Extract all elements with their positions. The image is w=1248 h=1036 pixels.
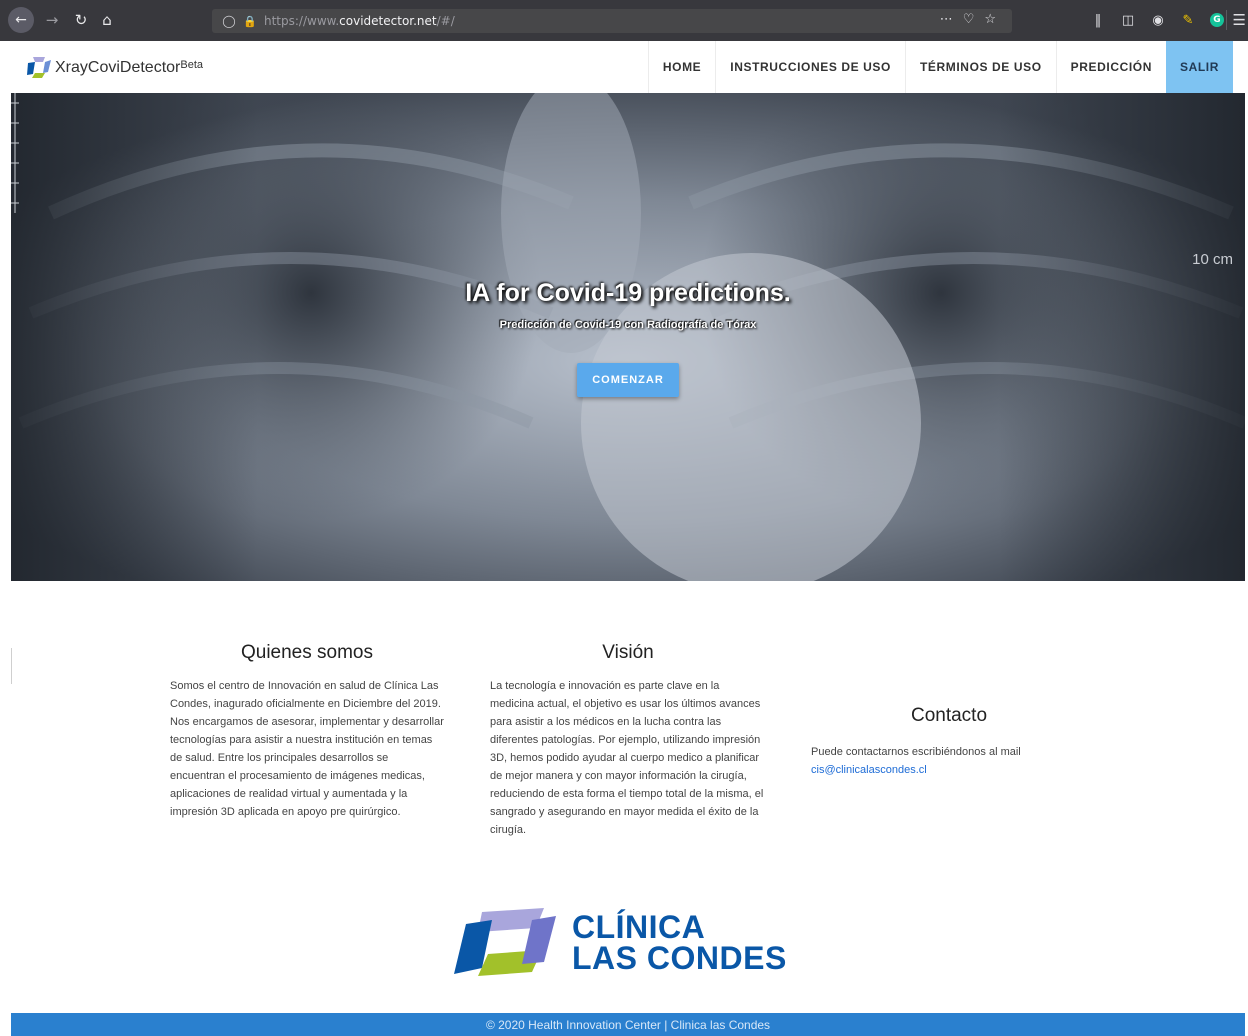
contact-title: Contacto (910, 705, 988, 726)
footer: © 2020 Health Innovation Center | Clinic… (11, 1013, 1245, 1036)
footer-text: © 2020 Health Innovation Center | Clinic… (485, 1017, 771, 1032)
forward-arrow-icon[interactable]: → (42, 10, 62, 30)
nav-instrucciones[interactable]: INSTRUCCIONES DE USO (715, 41, 905, 93)
contact-section: Contacto Puede contactarnos escribiéndon… (811, 705, 1091, 779)
nav-home[interactable]: HOME (647, 41, 716, 93)
contact-email-link[interactable]: cis@clinicalascondes.cl (811, 764, 927, 776)
back-arrow-icon[interactable]: ← (8, 7, 34, 33)
account-icon[interactable]: ◉ (1150, 12, 1166, 28)
divider (11, 648, 12, 684)
url-actions: ⋯ ♡ ☆ (940, 12, 996, 27)
grammarly-icon[interactable]: G (1210, 13, 1224, 27)
vision-body: La tecnología e innovación es parte clav… (490, 680, 764, 836)
hero-subtitle: Predicción de Covid-19 con Radiografía d… (499, 319, 757, 331)
more-icon[interactable]: ⋯ (940, 12, 953, 27)
nav-links: HOME INSTRUCCIONES DE USO TÉRMINOS DE US… (647, 41, 1233, 93)
brand[interactable]: XrayCoviDetectorBeta (25, 53, 203, 80)
brand-logo-icon (27, 57, 51, 78)
library-icon[interactable]: ‖ (1090, 12, 1106, 28)
toolbar-divider (1226, 10, 1227, 30)
vision-section: Visión La tecnología e innovación es par… (490, 642, 766, 839)
contact-body: Puede contactarnos escribiéndonos al mai… (811, 743, 1091, 779)
hero-title: IA for Covid-19 predictions. (465, 279, 791, 307)
toolbar-actions: ‖ ◫ ◉ ✎ G (1090, 12, 1224, 28)
pencil-extension-icon[interactable]: ✎ (1180, 12, 1196, 28)
clinic-name: CLÍNICA LAS CONDES (572, 909, 787, 976)
menu-icon[interactable]: ☰ (1233, 11, 1246, 29)
xray-background-image (11, 93, 1245, 581)
nav-salir[interactable]: SALIR (1166, 41, 1233, 93)
ruler-label: 10 cm (1192, 251, 1233, 268)
brand-name: XrayCoviDetectorBeta (55, 59, 203, 77)
contact-text: Puede contactarnos escribiéndonos al mai… (811, 746, 1021, 758)
clinic-logo-mark-icon (454, 908, 556, 976)
pocket-icon[interactable]: ♡ (963, 12, 975, 27)
nav-prediccion[interactable]: PREDICCIÓN (1055, 41, 1166, 93)
clinica-las-condes-logo: CLÍNICA LAS CONDES (452, 906, 804, 978)
reload-icon[interactable]: ↻ (71, 10, 91, 30)
clinic-name-line2: LAS CONDES (572, 940, 787, 976)
comenzar-button[interactable]: COMENZAR (577, 363, 679, 397)
star-icon[interactable]: ☆ (984, 12, 996, 27)
vision-title: Visión (602, 642, 654, 663)
nav-terminos[interactable]: TÉRMINOS DE USO (904, 41, 1056, 93)
url-bar[interactable]: ◯ 🔒 https://www.covidetector.net/#/ ⋯ ♡ … (212, 9, 1012, 33)
url-prefix: https://www. (264, 14, 340, 28)
ruler-marks (11, 93, 19, 213)
shield-icon[interactable]: ◯ (222, 13, 236, 29)
clinic-name-line1: CLÍNICA (572, 909, 706, 945)
brand-beta-badge: Beta (180, 59, 204, 71)
hero-banner: 10 cm IA for Covid-19 predictions. Predi… (11, 93, 1245, 581)
url-host: covidetector.net (339, 14, 437, 28)
sidebar-icon[interactable]: ◫ (1120, 12, 1136, 28)
about-section: Quienes somos Somos el centro de Innovac… (170, 642, 444, 821)
brand-title: XrayCoviDetector (55, 59, 181, 76)
site-navbar: XrayCoviDetectorBeta HOME INSTRUCCIONES … (11, 41, 1233, 93)
about-title: Quienes somos (240, 642, 373, 663)
url-suffix: /#/ (436, 14, 455, 28)
browser-toolbar: ← → ↻ ⌂ ◯ 🔒 https://www.covidetector.net… (0, 0, 1248, 41)
about-body: Somos el centro de Innovación en salud d… (170, 680, 444, 818)
home-icon[interactable]: ⌂ (97, 10, 117, 30)
lock-icon[interactable]: 🔒 (243, 14, 257, 28)
url-text: https://www.covidetector.net/#/ (264, 14, 455, 28)
